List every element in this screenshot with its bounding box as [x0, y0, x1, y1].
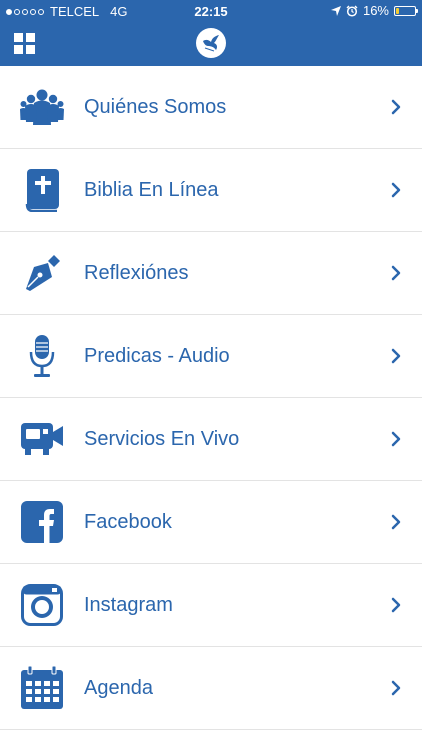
menu-item-label: Instagram — [84, 593, 173, 616]
chevron-right-icon — [391, 597, 401, 613]
chevron-right-icon — [391, 680, 401, 696]
menu-item-facebook[interactable]: Facebook — [0, 481, 422, 564]
chevron-right-icon — [391, 348, 401, 364]
menu-item-reflexiones[interactable]: Reflexiónes — [0, 232, 422, 315]
chevron-right-icon — [391, 99, 401, 115]
chevron-right-icon — [391, 514, 401, 530]
status-right: 16% — [330, 3, 418, 18]
alarm-icon — [346, 5, 358, 17]
battery-percent: 16% — [362, 3, 389, 18]
microphone-icon — [20, 334, 64, 378]
menu-item-predicas-audio[interactable]: Predicas - Audio — [0, 315, 422, 398]
main-menu: Quiénes Somos Biblia En Línea Reflexióne… — [0, 66, 422, 730]
menu-item-biblia[interactable]: Biblia En Línea — [0, 149, 422, 232]
chevron-right-icon — [391, 265, 401, 281]
dove-logo-icon — [196, 28, 226, 58]
menu-item-label: Facebook — [84, 510, 172, 533]
video-camera-icon — [20, 417, 64, 461]
status-bar: TELCEL 4G 22:15 16% — [0, 0, 422, 22]
bible-icon — [20, 168, 64, 212]
menu-item-servicios-en-vivo[interactable]: Servicios En Vivo — [0, 398, 422, 481]
chevron-right-icon — [391, 431, 401, 447]
menu-item-quienes-somos[interactable]: Quiénes Somos — [0, 66, 422, 149]
calendar-icon — [20, 666, 64, 710]
grid-icon[interactable] — [14, 33, 35, 54]
menu-item-label: Agenda — [84, 676, 153, 699]
menu-item-agenda[interactable]: Agenda — [0, 647, 422, 730]
chevron-right-icon — [391, 182, 401, 198]
fountain-pen-icon — [20, 251, 64, 295]
instagram-icon — [20, 583, 64, 627]
facebook-icon — [20, 500, 64, 544]
menu-item-label: Servicios En Vivo — [84, 427, 240, 450]
location-arrow-icon — [330, 5, 341, 16]
menu-item-instagram[interactable]: Instagram — [0, 564, 422, 647]
app-header: TELCEL 4G 22:15 16% — [0, 0, 422, 66]
group-icon — [20, 85, 64, 129]
battery-icon — [394, 5, 418, 16]
menu-item-label: Reflexiónes — [84, 261, 189, 284]
menu-item-label: Biblia En Línea — [84, 178, 219, 201]
menu-item-label: Predicas - Audio — [84, 344, 230, 367]
menu-item-label: Quiénes Somos — [84, 95, 227, 118]
